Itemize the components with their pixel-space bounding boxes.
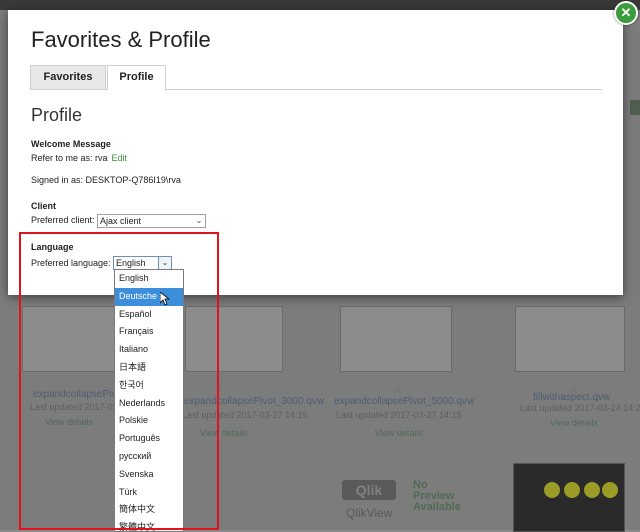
doc-title[interactable]: expandcollapsePivot_5000.qvw (334, 396, 474, 407)
tab-bar: Favorites Profile (30, 65, 602, 91)
preview-dot (584, 482, 600, 498)
preview-dot (602, 482, 618, 498)
client-select[interactable]: Ajax client ⌄ (97, 214, 206, 228)
client-select-value: Ajax client (100, 216, 142, 226)
doc-updated: Last updated 2017-03-24 14:25 (520, 403, 640, 413)
qlikview-label: QlikView (346, 506, 393, 520)
doc-thumbnail (340, 306, 452, 372)
tab-profile[interactable]: Profile (107, 65, 166, 91)
chevron-down-icon: ⌄ (195, 216, 203, 225)
doc-title[interactable]: fillwithaspect.qvw (533, 392, 610, 403)
signed-in-text: Signed in as: DESKTOP-Q786I19\rva (31, 175, 181, 185)
refer-label: Refer to me as: rva (31, 153, 108, 163)
view-details-link[interactable]: View details (550, 418, 598, 428)
tab-favorites[interactable]: Favorites (30, 65, 106, 90)
welcome-heading: Welcome Message (31, 139, 111, 149)
annotation-highlight-box (19, 232, 219, 530)
view-details-link[interactable]: View details (375, 428, 423, 438)
preview-dot (544, 482, 560, 498)
background-strip (630, 100, 640, 115)
preview-dot (564, 482, 580, 498)
doc-thumbnail (515, 306, 625, 372)
doc-updated: Last updated 2017-03-27 14:15 (336, 410, 462, 420)
client-label: Preferred client: (31, 215, 95, 225)
refer-text: Refer to me as: rva Edit (31, 153, 127, 163)
no-preview-text: No Preview Available (413, 479, 461, 513)
doc-thumbnail-dark (513, 463, 625, 532)
star-icon[interactable]: ☆ (393, 385, 402, 396)
top-bar (0, 0, 640, 10)
client-heading: Client (31, 201, 57, 211)
edit-link[interactable]: Edit (112, 153, 128, 163)
qlik-logo: Qlik (342, 480, 396, 500)
close-icon[interactable]: ✕ (614, 1, 638, 25)
dialog-title: Favorites & Profile (31, 27, 211, 52)
section-title: Profile (31, 105, 83, 125)
